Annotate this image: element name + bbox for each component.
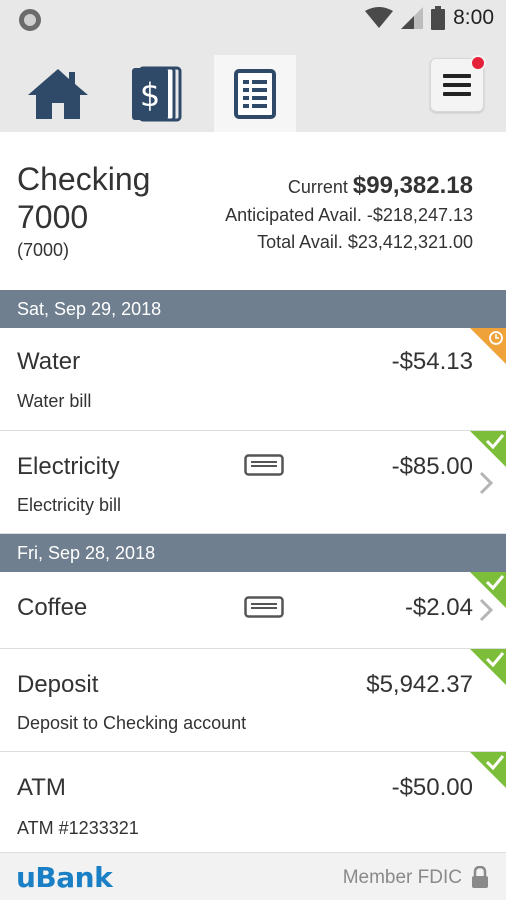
account-summary: Checking 7000 (7000) Current $99,382.18 … [0,132,506,290]
cleared-status-icon [470,572,506,608]
account-name: Checking 7000 [17,161,151,235]
status-bar: 8:00 [0,0,506,40]
transaction-row[interactable]: Electricity Electricity bill -$85.00 [0,431,506,534]
document-list-icon [234,68,276,119]
transaction-amount: -$2.04 [404,594,473,621]
cleared-status-icon [470,752,506,788]
cleared-status-icon [470,649,506,685]
transaction-description: ATM #1233321 [17,818,139,838]
card-icon [244,596,284,618]
transaction-amount: $5,942.37 [366,671,473,698]
transaction-title: Electricity [17,453,120,480]
hamburger-menu-icon [443,74,471,96]
fdic-label: Member FDIC [342,867,462,888]
transaction-row[interactable]: Water Water bill -$54.13 [0,328,506,431]
transaction-description: Electricity bill [17,495,122,515]
pending-status-icon [470,328,506,364]
current-balance-label: Current [287,177,348,197]
signal-icon [401,7,424,29]
battery-icon [431,6,446,30]
transaction-row[interactable]: Coffee -$2.04 [0,572,506,649]
date-header: Fri, Sep 28, 2018 [0,534,506,572]
top-navigation: $ [0,40,506,132]
transaction-description: Deposit to Checking account [17,713,247,733]
notification-badge [470,55,486,71]
transaction-description: Water bill [17,391,92,411]
date-header: Sat, Sep 29, 2018 [0,290,506,328]
cleared-status-icon [470,431,506,467]
transaction-title: ATM [17,774,66,801]
status-time: 8:00 [453,6,494,29]
footer: uBank Member FDIC [0,852,506,900]
account-number: (7000) [17,240,70,260]
transaction-title: Coffee [17,594,88,621]
transaction-title: Water [17,348,81,375]
current-balance: Current $99,382.18 [288,172,473,200]
nav-tab-transfers[interactable]: $ [116,55,198,132]
menu-button[interactable] [430,55,486,112]
record-icon [19,9,41,31]
anticipated-balance: Anticipated Avail. -$218,247.13 [225,205,473,225]
brand-logo: uBank [16,861,113,894]
chevron-right-icon[interactable] [478,471,494,495]
svg-text:$: $ [140,76,160,114]
nav-tab-accounts[interactable] [214,55,296,132]
nav-tab-home[interactable] [17,55,99,132]
transaction-row[interactable]: Deposit Deposit to Checking account $5,9… [0,649,506,752]
lock-icon [472,866,488,888]
card-icon [244,454,284,476]
transaction-amount: -$54.13 [391,348,473,375]
wifi-icon [365,7,394,28]
home-icon [28,68,88,119]
transaction-amount: -$50.00 [391,774,473,801]
total-balance: Total Avail. $23,412,321.00 [257,232,473,252]
transaction-amount: -$85.00 [391,453,473,480]
dollar-icon: $ [132,66,182,121]
current-balance-value: $99,382.18 [352,172,473,199]
transaction-row[interactable]: ATM ATM #1233321 -$50.00 [0,752,506,852]
transaction-title: Deposit [17,671,99,698]
